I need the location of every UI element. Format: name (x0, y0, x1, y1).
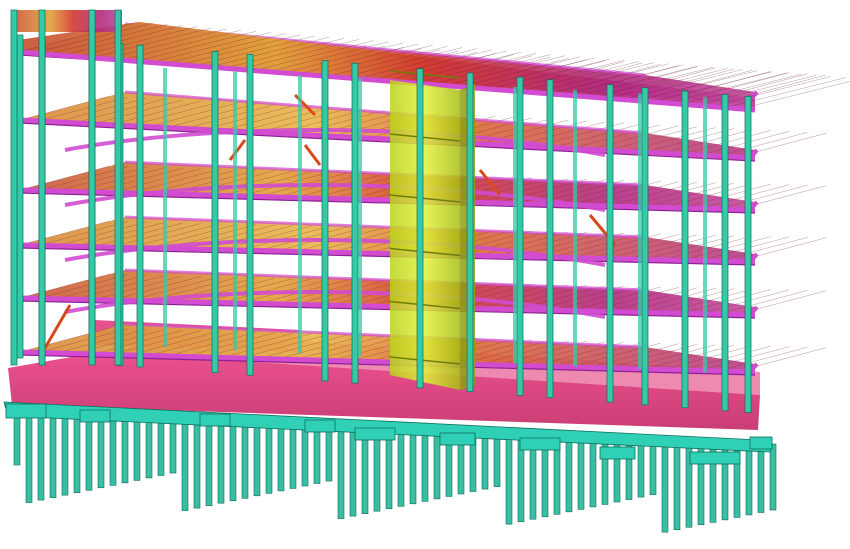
column (681, 90, 689, 409)
back-column (233, 71, 237, 351)
pile (169, 416, 177, 474)
pile (205, 418, 213, 506)
pile (589, 435, 597, 508)
pile (289, 422, 297, 489)
slab-joist (718, 237, 808, 262)
pile (397, 426, 405, 507)
pile (649, 438, 657, 495)
pile (421, 428, 429, 502)
back-column (703, 97, 707, 373)
pile (505, 431, 513, 525)
column (211, 51, 219, 373)
pile (193, 417, 201, 509)
pile-cap (749, 436, 773, 450)
slab-joist (718, 346, 808, 372)
pile (409, 427, 417, 505)
pile (121, 414, 129, 484)
pile-cap (689, 451, 741, 465)
stair-tower-column (88, 9, 96, 366)
pile (85, 412, 93, 491)
stair-tower-column (114, 9, 122, 366)
pile (265, 421, 273, 494)
column (466, 72, 474, 393)
slab-joist (718, 290, 808, 315)
back-column (573, 90, 577, 367)
pile (73, 412, 81, 494)
pile (229, 419, 237, 502)
back-column (358, 78, 362, 357)
back-column (163, 67, 167, 347)
pile (157, 416, 165, 476)
column (416, 68, 424, 389)
pile (661, 438, 669, 533)
pile-cap (354, 427, 396, 441)
column (321, 60, 329, 382)
column (721, 94, 729, 412)
pile (301, 422, 309, 487)
pile (565, 434, 573, 513)
diagonal-brace (303, 144, 322, 166)
pile-cap (5, 403, 47, 419)
pile-cap (599, 446, 636, 460)
core-front (390, 80, 460, 390)
structural-model-view (0, 0, 850, 549)
column (744, 96, 752, 413)
pile (481, 430, 489, 490)
column (246, 54, 254, 376)
column (546, 79, 554, 399)
pile (277, 421, 285, 492)
pile (577, 435, 585, 510)
pile (325, 423, 333, 482)
pile-cap (79, 409, 111, 423)
pile (337, 424, 345, 519)
pile-cap (519, 437, 561, 451)
pile (109, 414, 117, 486)
elevator-core (389, 70, 475, 390)
pile (241, 419, 249, 499)
building-model-drawing (3, 9, 850, 533)
column (516, 76, 524, 396)
pile (745, 442, 753, 516)
pile-cap (304, 419, 336, 433)
column (136, 44, 144, 368)
pile (433, 428, 441, 500)
column (641, 87, 649, 406)
pile (25, 410, 33, 503)
stair-tower-column (38, 9, 46, 366)
pile (313, 423, 321, 484)
column (606, 84, 614, 403)
pile (637, 437, 645, 498)
diagonal-brace (228, 139, 247, 161)
pile (61, 411, 69, 496)
pile (217, 418, 225, 504)
pile (49, 411, 57, 498)
back-column (513, 86, 517, 364)
pile-cap (199, 413, 231, 427)
pile (253, 420, 261, 497)
slab-joist (718, 184, 808, 210)
pile (97, 413, 105, 489)
column (351, 62, 359, 384)
pile-cap (439, 432, 476, 446)
pile (181, 417, 189, 511)
back-column (298, 75, 302, 354)
pile (757, 443, 765, 513)
pile (769, 443, 777, 511)
stair-tower-roof (12, 10, 122, 32)
pile (493, 431, 501, 487)
pile (133, 415, 141, 481)
pile (673, 439, 681, 531)
column (16, 34, 24, 359)
slab-joist (718, 132, 808, 157)
pile (145, 415, 153, 479)
back-column (638, 93, 642, 370)
pile (37, 410, 45, 501)
stair-tower-column (10, 9, 18, 366)
